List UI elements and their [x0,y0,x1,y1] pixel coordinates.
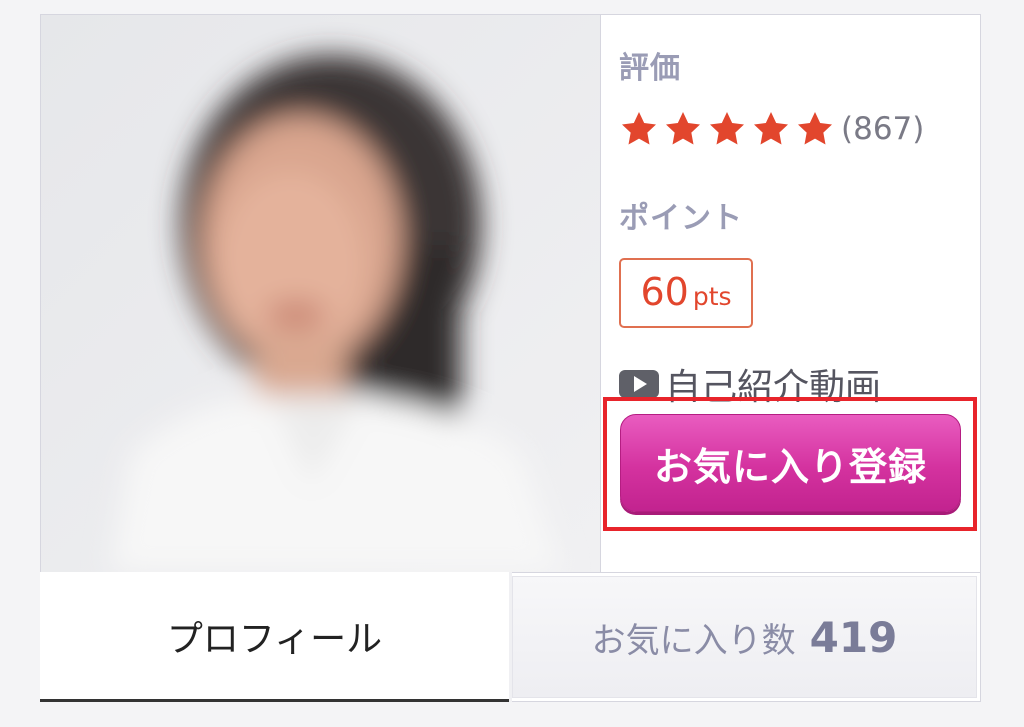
star-icon [751,109,791,149]
star-icon [707,109,747,149]
star-icon [663,109,703,149]
add-to-favorites-button[interactable]: お気に入り登録 [620,414,961,512]
play-icon [619,370,659,398]
profile-photo[interactable] [41,15,600,572]
favorites-count-value: 419 [809,612,898,662]
points-badge: 60 pts [619,258,753,328]
points-unit: pts [692,282,732,311]
rating-count: (867) [841,111,925,147]
star-icon [795,109,835,149]
tab-favorites-count[interactable]: お気に入り数 419 [512,576,977,698]
star-icon [619,109,659,149]
rating-stars: (867) [619,109,924,149]
points-value: 60 [640,270,689,314]
favorites-count-label: お気に入り数 [591,620,796,661]
vertical-divider [600,15,601,572]
tab-profile[interactable]: プロフィール [40,572,509,702]
profile-photo-image [41,15,600,572]
rating-label: 評価 [619,51,681,86]
points-label: ポイント [619,201,743,236]
